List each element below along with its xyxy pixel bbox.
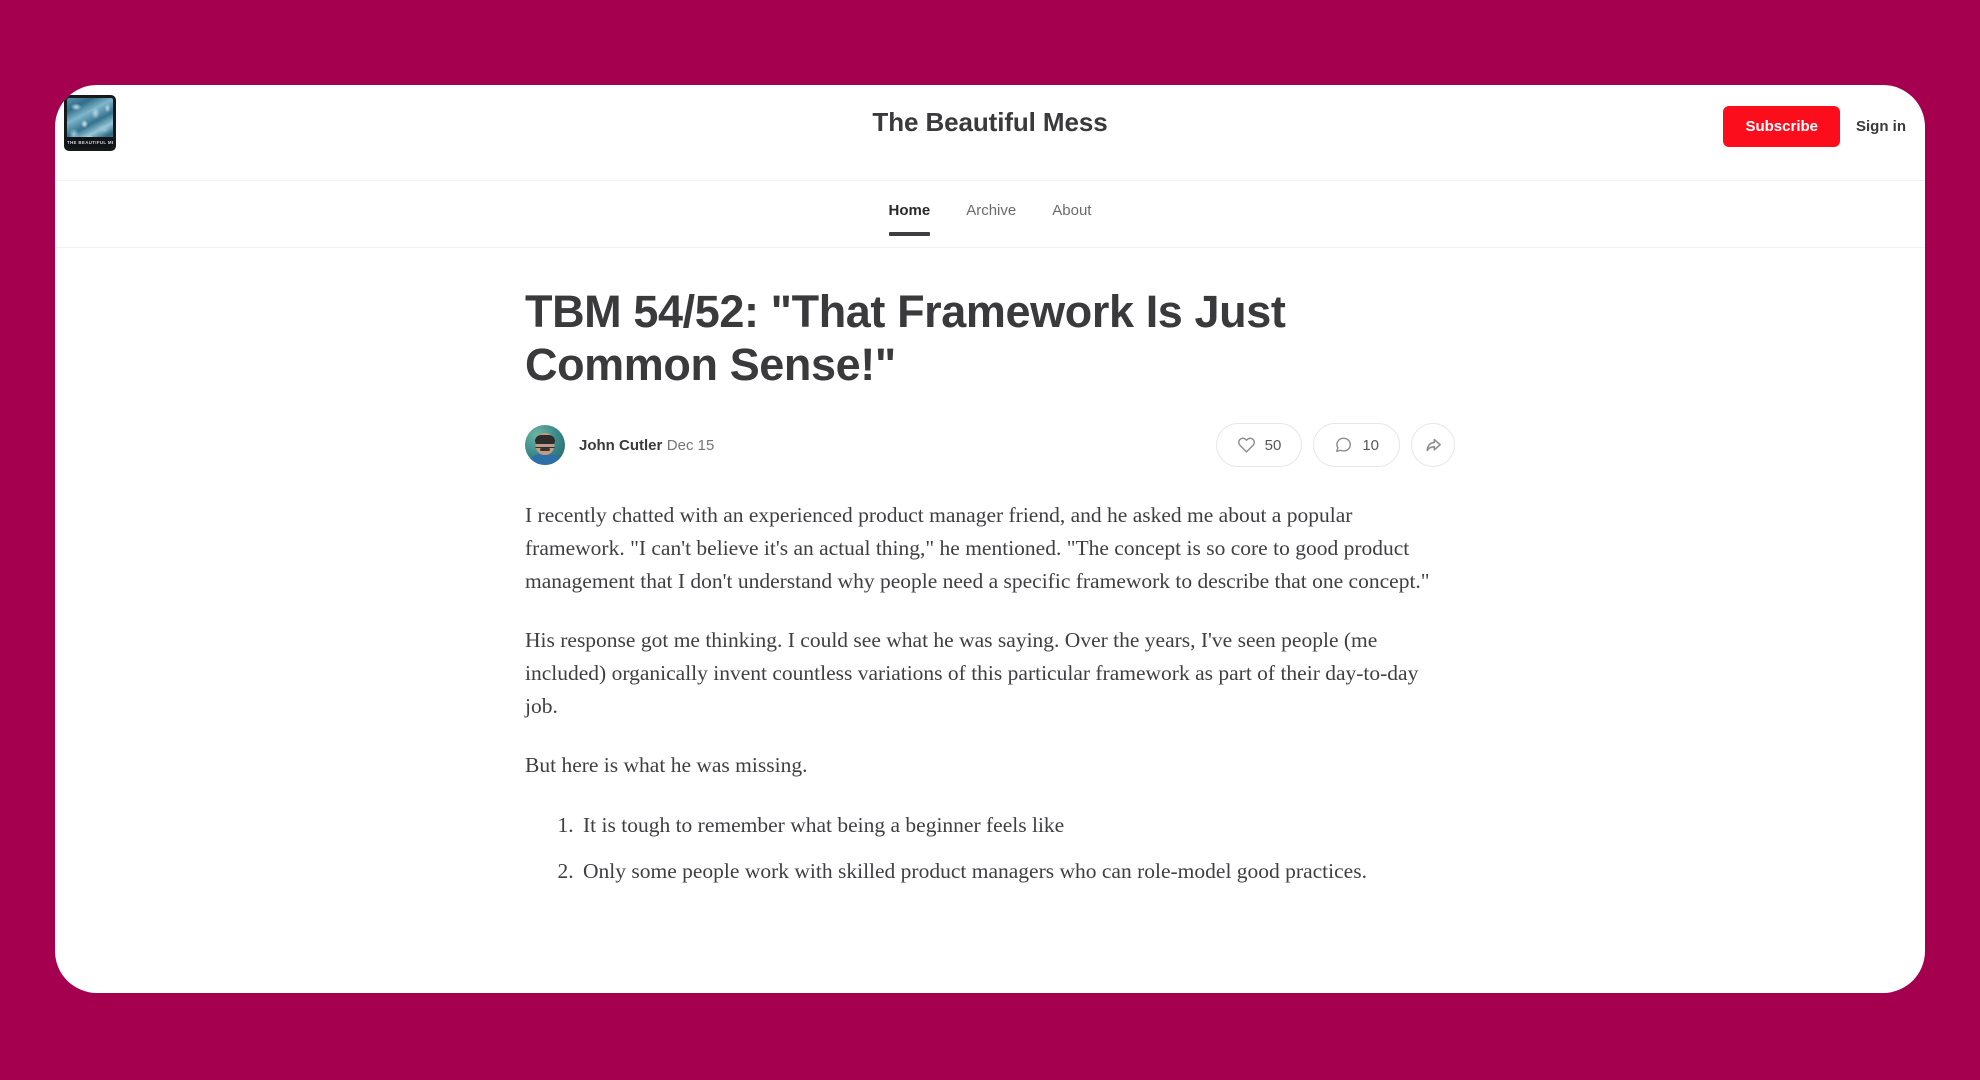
post-title: TBM 54/52: "That Framework Is Just Commo… (525, 286, 1286, 391)
comment-count: 10 (1362, 436, 1379, 454)
share-button[interactable] (1411, 423, 1455, 468)
sign-in-link[interactable]: Sign in (1854, 114, 1908, 139)
like-button[interactable]: 50 (1215, 423, 1303, 468)
byline[interactable]: John Cutler Dec 15 (525, 425, 714, 466)
avatar-mustache (540, 447, 550, 451)
site-nav: Home Archive About (55, 181, 1925, 248)
header-actions: Subscribe Sign in (1723, 106, 1908, 147)
avatar-shirt (528, 454, 562, 466)
author-avatar[interactable] (525, 425, 565, 466)
page-card: THE BEAUTIFUL MESS The Beautiful Mess Su… (55, 85, 1925, 993)
byline-text: John Cutler Dec 15 (579, 435, 714, 456)
post-actions: 50 10 (1215, 423, 1455, 468)
author-name: John Cutler (579, 436, 663, 454)
comment-button[interactable]: 10 (1313, 423, 1400, 468)
list-item: It is tough to remember what being a beg… (579, 809, 1455, 842)
post-article: TBM 54/52: "That Framework Is Just Commo… (525, 248, 1455, 887)
post-meta: John Cutler Dec 15 50 10 (525, 423, 1455, 468)
avatar-hair (535, 435, 555, 444)
nav-item-home[interactable]: Home (883, 201, 937, 236)
share-icon (1423, 435, 1444, 455)
site-header: THE BEAUTIFUL MESS The Beautiful Mess Su… (55, 85, 1925, 181)
subscribe-button[interactable]: Subscribe (1723, 106, 1840, 147)
post-date: Dec 15 (666, 436, 715, 454)
logo-caption: THE BEAUTIFUL MESS (67, 137, 113, 148)
paragraph: I recently chatted with an experienced p… (525, 503, 1430, 593)
site-title: The Beautiful Mess (872, 107, 1108, 137)
list-item: Only some people work with skilled produ… (579, 855, 1455, 888)
like-count: 50 (1264, 436, 1282, 454)
nav-item-about[interactable]: About (1046, 201, 1097, 236)
nav-item-archive[interactable]: Archive (960, 201, 1022, 236)
post-body: I recently chatted with an experienced p… (525, 499, 1455, 887)
comment-icon (1334, 436, 1353, 454)
heart-icon (1237, 436, 1256, 454)
numbered-list: It is tough to remember what being a beg… (525, 809, 1455, 887)
paragraph: His response got me thinking. I could se… (525, 628, 1419, 718)
paragraph: But here is what he was missing. (525, 753, 808, 778)
